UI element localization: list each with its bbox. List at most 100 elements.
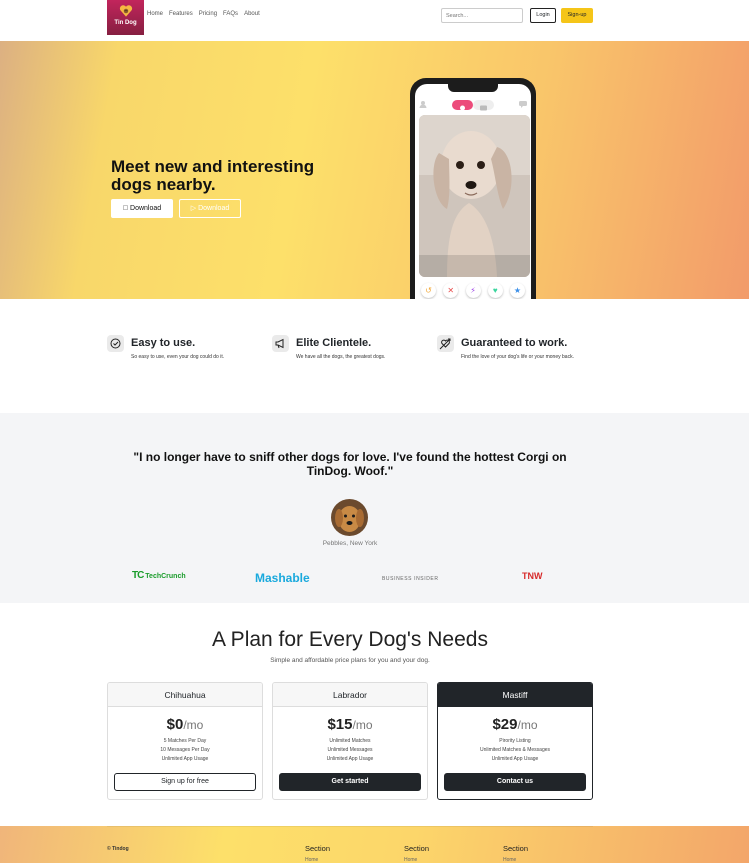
plan-name: Mastiff [438,683,592,707]
footer: © Tindog Section Home Section Home Secti… [0,826,749,863]
tindog-flame-tab[interactable] [452,100,473,111]
contact-us-button[interactable]: Contact us [444,773,586,791]
tc-mark-icon: TC [132,570,144,581]
plan-features: Pirority Listing Unlimited Matches & Mes… [438,737,592,764]
dog-illustration [419,115,530,277]
undo-button[interactable]: ↺ [421,283,436,298]
nav-link-pricing[interactable]: Pricing [199,11,217,17]
profile-icon [419,101,427,108]
feature-text: So easy to use, even your dog could do i… [131,354,225,360]
logo-text: Tin Dog [114,20,137,26]
pricing-title: A Plan for Every Dog's Needs [212,628,488,651]
footer-column: Section Home [503,844,528,863]
dog-heart-icon [119,5,132,17]
copyright: © Tindog [107,846,129,852]
features-section: Easy to use. So easy to use, even your d… [0,299,749,413]
swipe-actions: ↺ ✕ ⚡ ♥ ★ [421,283,525,298]
phone-notch [448,84,498,92]
pricing-subtitle: Simple and affordable price plans for yo… [270,657,430,664]
plan-card-chihuahua: Chihuahua $0/mo 5 Matches Per Day 10 Mes… [107,682,263,800]
nav-link-faqs[interactable]: FAQs [223,11,238,17]
undo-icon: ↺ [425,286,432,295]
plan-price: $29/mo [492,716,538,733]
view-toggle[interactable] [452,100,494,111]
nav-links: Home Features Pricing FAQs About [147,11,260,17]
testimonial-author: Pebbles, New York [322,540,378,547]
brand-logo[interactable]: Tin Dog [107,0,144,35]
footer-link-home[interactable]: Home [404,857,429,863]
signup-button[interactable]: Sign-up [561,8,593,23]
footer-link-home[interactable]: Home [305,857,330,863]
feature-text: We have all the dogs, the greatest dogs. [296,354,386,360]
feature-title: Guaranteed to work. [461,337,568,349]
chat-tab[interactable] [473,100,494,111]
navbar: Tin Dog Home Features Pricing FAQs About… [0,0,749,41]
phone-screen: ↺ ✕ ⚡ ♥ ★ [415,84,531,299]
bolt-icon: ⚡ [470,286,476,295]
check-circle-icon [107,335,124,352]
pricing-section: A Plan for Every Dog's Needs Simple and … [0,603,749,826]
feature-text: Find the love of your dog's life or your… [461,354,574,360]
tnw-logo: TNW [522,571,543,581]
business-insider-logo: BUSINESS INSIDER [382,576,439,582]
plan-feature: Unlimited Matches [329,738,371,744]
techcrunch-logo: TC TechCrunch [132,570,186,581]
footer-link-home[interactable]: Home [503,857,528,863]
feature-title: Easy to use. [131,337,196,349]
nav-link-home[interactable]: Home [147,11,163,17]
techcrunch-text: TechCrunch [145,573,186,580]
plan-name: Labrador [273,683,427,707]
footer-column: Section Home [305,844,330,863]
avatar [331,499,368,536]
plan-feature: Unlimited App Usage [491,756,539,762]
footer-heading: Section [503,844,529,853]
plan-card-mastiff: Mastiff $29/mo Pirority Listing Unlimite… [437,682,593,800]
plan-feature: Unlimited Matches & Messages [479,747,551,753]
get-started-button[interactable]: Get started [279,773,421,791]
star-icon: ★ [513,286,522,295]
chat-bubble-icon [480,105,487,111]
apple-icon:  [123,205,128,212]
login-button[interactable]: Login [530,8,556,23]
dog-avatar-image [331,499,368,536]
hero-title: Meet new and interesting dogs nearby. [111,157,315,194]
download-apple-label: Download [126,205,161,212]
bullhorn-icon [272,335,289,352]
footer-divider [107,826,593,827]
plan-features: 5 Matches Per Day 10 Messages Per Day Un… [108,737,262,764]
footer-heading: Section [404,844,430,853]
download-google-button[interactable]: ▷ Download [179,199,241,218]
nope-button[interactable]: ✕ [443,283,459,298]
download-apple-button[interactable]:  Download [111,199,173,218]
footer-heading: Section [305,844,331,853]
signup-free-button[interactable]: Sign up for free [114,773,256,791]
plan-features: Unlimited Matches Unlimited Messages Unl… [273,737,427,764]
hero-section: Meet new and interesting dogs nearby.  … [0,41,749,299]
footer-column: Section Home [404,844,429,863]
heart-arrow-icon [437,335,454,352]
dog-profile-photo [419,115,530,277]
plan-feature: Unlimited App Usage [326,756,374,762]
flame-icon [460,105,465,111]
plan-price: $0/mo [166,716,204,733]
feature-title: Elite Clientele. [296,337,372,349]
plan-feature: 10 Messages Per Day [160,747,210,753]
mashable-logo: Mashable [255,571,310,585]
plan-card-labrador: Labrador $15/mo Unlimited Matches Unlimi… [272,682,428,800]
testimonial-quote: "I no longer have to sniff other dogs fo… [133,450,567,478]
nav-link-about[interactable]: About [244,11,260,17]
testimonial-section: "I no longer have to sniff other dogs fo… [0,413,749,603]
nav-link-features[interactable]: Features [169,11,193,17]
boost-button[interactable]: ⚡ [465,283,481,298]
download-google-label: Download [198,205,230,212]
messages-icon [519,101,527,108]
plan-feature: Unlimited App Usage [161,756,209,762]
heart-icon: ♥ [492,286,498,295]
super-like-button[interactable]: ★ [510,283,525,298]
plan-feature: 5 Matches Per Day [163,738,207,744]
like-button[interactable]: ♥ [487,283,503,298]
close-icon: ✕ [447,286,455,295]
plan-feature: Pirority Listing [499,738,531,744]
google-play-icon: ▷ [190,205,197,212]
search-input[interactable] [441,8,523,23]
